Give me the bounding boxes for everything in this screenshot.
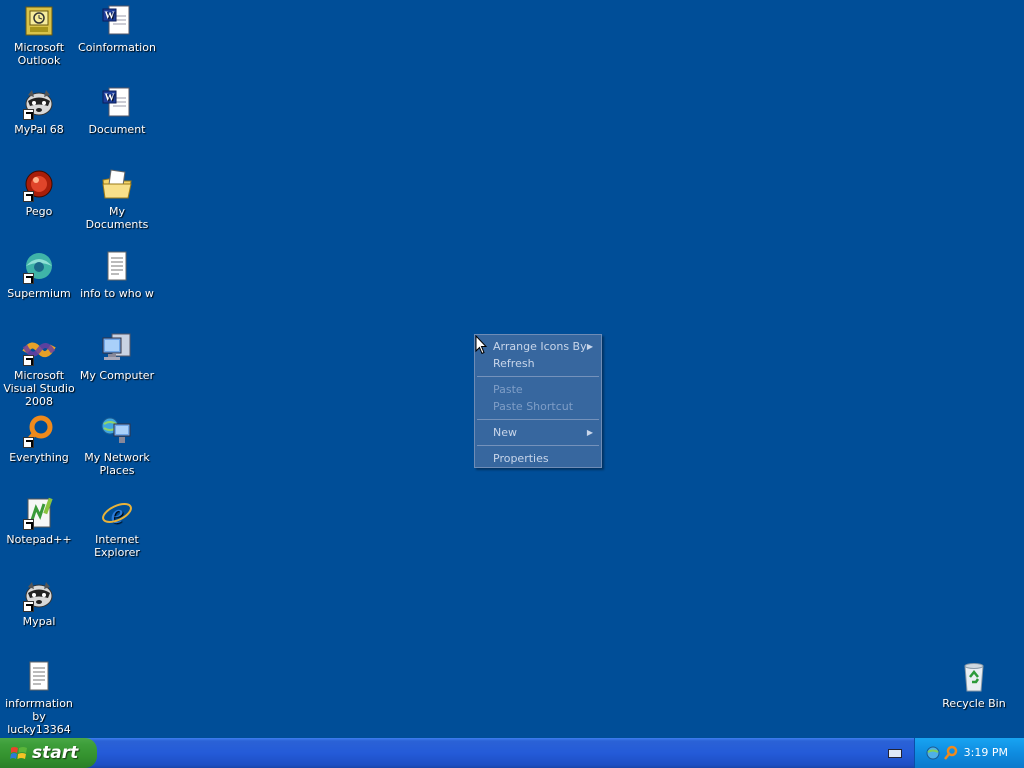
menu-item-paste[interactable]: Paste xyxy=(475,381,601,398)
menu-item-arrange-icons-by[interactable]: Arrange Icons By ▶ xyxy=(475,338,601,355)
keyboard-language-icon[interactable] xyxy=(888,749,902,758)
shortcut-arrow-icon xyxy=(23,355,34,366)
menu-item-new[interactable]: New ▶ xyxy=(475,424,601,441)
submenu-arrow-icon: ▶ xyxy=(586,428,593,437)
desktop-icon-mypal[interactable]: Mypal xyxy=(0,578,78,628)
outlook-icon xyxy=(22,4,56,38)
svg-text:W: W xyxy=(105,93,115,104)
text-file-icon xyxy=(100,250,134,284)
start-label: start xyxy=(32,743,79,763)
word-document-icon: W xyxy=(100,86,134,120)
notepadpp-icon xyxy=(22,496,56,530)
desktop-icon-coinformation[interactable]: W Coinformation xyxy=(78,4,156,54)
menu-item-refresh[interactable]: Refresh xyxy=(475,355,601,372)
icon-label: info to who w xyxy=(80,287,154,300)
icon-label: Microsoft Visual Studio 2008 xyxy=(3,369,75,408)
desktop-icon-notepadpp[interactable]: Notepad++ xyxy=(0,496,78,546)
icon-label: inforrmation by lucky13364 xyxy=(5,697,73,736)
shortcut-arrow-icon xyxy=(23,273,34,284)
visual-studio-icon xyxy=(22,332,56,366)
menu-separator xyxy=(477,445,599,446)
menu-item-properties[interactable]: Properties xyxy=(475,450,601,467)
my-documents-icon xyxy=(100,168,134,202)
svg-text:W: W xyxy=(105,11,115,22)
mypal-raccoon-icon xyxy=(22,578,56,612)
icon-label: Document xyxy=(88,123,146,136)
icon-label: My Network Places xyxy=(84,451,150,477)
my-computer-icon xyxy=(100,332,134,366)
menu-item-label: Paste Shortcut xyxy=(493,400,574,413)
desktop-icon-my-network-places[interactable]: My Network Places xyxy=(78,414,156,477)
desktop-icon-document[interactable]: W Document xyxy=(78,86,156,136)
desktop-icon-info-to-who[interactable]: info to who w xyxy=(78,250,156,300)
everything-search-icon xyxy=(22,414,56,448)
desktop-icon-visual-studio[interactable]: Microsoft Visual Studio 2008 xyxy=(0,332,78,408)
icon-label: Internet Explorer xyxy=(94,533,140,559)
search-tray-icon[interactable] xyxy=(943,745,959,761)
icon-label: Coinformation xyxy=(78,41,156,54)
menu-item-label: Paste xyxy=(493,383,523,396)
shortcut-arrow-icon xyxy=(23,191,34,202)
network-places-icon xyxy=(100,414,134,448)
icon-label: Supermium xyxy=(7,287,71,300)
mypal-raccoon-icon xyxy=(22,86,56,120)
pego-icon xyxy=(22,168,56,202)
icon-label: Everything xyxy=(9,451,69,464)
supermium-icon xyxy=(22,250,56,284)
menu-item-paste-shortcut[interactable]: Paste Shortcut xyxy=(475,398,601,415)
submenu-arrow-icon: ▶ xyxy=(586,342,593,351)
desktop-icon-supermium[interactable]: Supermium xyxy=(0,250,78,300)
shortcut-arrow-icon xyxy=(23,109,34,120)
menu-item-label: Refresh xyxy=(493,357,535,370)
desktop-icon-internet-explorer[interactable]: e Internet Explorer xyxy=(78,496,156,559)
desktop-icon-recycle-bin[interactable]: Recycle Bin xyxy=(935,660,1013,710)
menu-separator xyxy=(477,376,599,377)
start-button[interactable]: start xyxy=(0,738,97,768)
menu-item-label: New xyxy=(493,426,517,439)
network-tray-icon[interactable] xyxy=(925,745,941,761)
menu-separator xyxy=(477,419,599,420)
recycle-bin-icon xyxy=(957,660,991,694)
shortcut-arrow-icon xyxy=(23,601,34,612)
icon-label: Microsoft Outlook xyxy=(13,41,65,67)
desktop-context-menu: Arrange Icons By ▶ Refresh Paste Paste S… xyxy=(474,334,602,468)
desktop-icon-microsoft-outlook[interactable]: Microsoft Outlook xyxy=(0,4,78,67)
desktop-icon-everything[interactable]: Everything xyxy=(0,414,78,464)
text-file-icon xyxy=(22,660,56,694)
icon-label: Pego xyxy=(25,205,53,218)
icon-label: My Documents xyxy=(85,205,149,231)
desktop-icon-mypal-68[interactable]: MyPal 68 xyxy=(0,86,78,136)
icon-label: My Computer xyxy=(79,369,155,382)
desktop-icon-information-file[interactable]: inforrmation by lucky13364 xyxy=(0,660,78,736)
internet-explorer-icon: e xyxy=(100,496,134,530)
desktop-icon-my-documents[interactable]: My Documents xyxy=(78,168,156,231)
icon-label: Notepad++ xyxy=(6,533,72,546)
word-document-icon: W xyxy=(100,4,134,38)
menu-item-label: Properties xyxy=(493,452,549,465)
clock[interactable]: 3:19 PM xyxy=(964,746,1008,759)
taskbar: start 3:19 PM xyxy=(0,738,1024,768)
icon-label: MyPal 68 xyxy=(14,123,64,136)
mouse-cursor-icon xyxy=(475,335,487,355)
desktop-icon-my-computer[interactable]: My Computer xyxy=(78,332,156,382)
shortcut-arrow-icon xyxy=(23,519,34,530)
system-tray: 3:19 PM xyxy=(914,738,1024,768)
menu-item-label: Arrange Icons By xyxy=(493,340,587,353)
icon-label: Mypal xyxy=(22,615,56,628)
icon-label: Recycle Bin xyxy=(942,697,1006,710)
shortcut-arrow-icon xyxy=(23,437,34,448)
desktop-icon-pego[interactable]: Pego xyxy=(0,168,78,218)
windows-logo-icon xyxy=(10,747,27,759)
desktop[interactable]: Microsoft Outlook MyPal 68 Pego Supermiu… xyxy=(0,0,1024,738)
